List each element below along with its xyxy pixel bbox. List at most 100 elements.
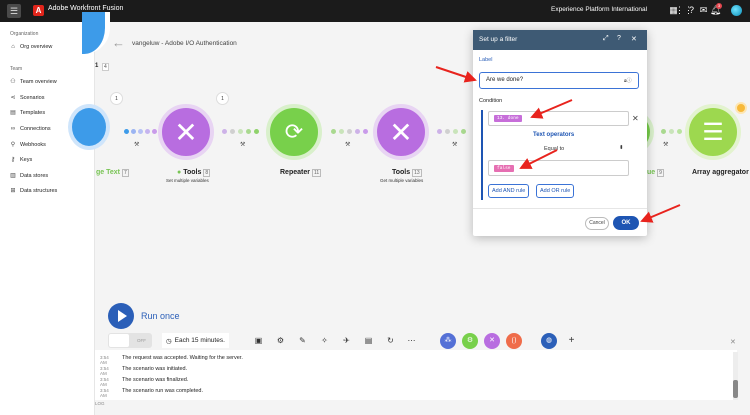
airplane-icon[interactable]: ✈ [340,334,353,347]
sidebar-item-connections[interactable]: ∞ Connections [10,126,51,132]
sidebar-item-data-stores[interactable]: ▥ Data stores [10,173,48,179]
connector-dot [453,129,458,134]
sidebar-item-scenarios[interactable]: ⋖ Scenarios [10,95,44,101]
connector-dot [138,129,143,134]
org-switcher[interactable]: Experience Platform International [551,6,647,13]
add-and-rule-button[interactable]: Add AND rule [488,184,530,198]
sidebar-item-data-structures[interactable]: ⊞ Data structures [10,188,57,194]
wrench-icon[interactable]: ⚒ [345,141,350,148]
dialog-title: Set up a filter [479,36,518,43]
connector-dot [254,129,259,134]
module-array-aggregator[interactable]: ☰ [685,104,741,160]
cancel-button[interactable]: Cancel [585,217,609,230]
module-label: Array aggregator [692,169,749,176]
sidebar-item-keys[interactable]: ⚷ Keys [10,157,32,163]
condition-caption: Condition [479,98,503,104]
sidebar-item-label: Org overview [20,44,53,50]
notes-icon[interactable]: ✎ [296,334,309,347]
home-icon: ⌂ [11,44,15,50]
value-token[interactable]: false [494,165,514,172]
sidebar-item-label: Webhooks [20,142,46,148]
chevron-updown-icon: ⬍ [619,145,624,151]
module-sublabel: Set multiple variables [166,178,209,183]
schedule-label: Each 15 minutes. [174,337,225,344]
link-icon: ∞ [10,126,16,132]
bubble-count[interactable]: 1 [216,92,229,105]
avatar[interactable] [731,5,742,16]
log-scrollbar-thumb[interactable] [733,380,738,398]
condition-group-bar [481,110,483,200]
wrench-icon[interactable]: ⚒ [240,141,245,148]
sidebar-item-label: Scenarios [20,95,45,101]
connector-dot [437,129,442,134]
add-icon[interactable]: + [565,334,578,347]
run-once-label[interactable]: Run once [141,311,180,321]
module-tools-set[interactable]: ✕ [158,104,214,160]
dialog-divider [473,208,647,209]
sidebar-item-webhooks[interactable]: ⚲ Webhooks [10,142,46,148]
connector-dot [677,129,682,134]
sidebar-item-label: Data stores [20,173,49,179]
bubble-count[interactable]: 1 [110,92,123,105]
connector-dot [661,129,666,134]
route-icon[interactable]: ↻ [384,334,397,347]
counter-prefix: 1 [95,63,99,69]
label-input[interactable]: Are we done? [479,72,639,89]
add-or-rule-button[interactable]: Add OR rule [536,184,575,198]
grid-icon[interactable]: ▦ [667,4,680,17]
warning-badge-icon[interactable] [735,102,747,114]
scenario-title: vangeluw - Adobe I/O Authentication [132,40,237,47]
wrench-icon[interactable]: ⚒ [134,141,139,148]
globe-icon[interactable]: ◍ [541,333,557,349]
module-label: ue 9 [647,169,664,177]
app-title: Adobe Workfront Fusion [48,5,124,12]
close-icon[interactable]: ✕ [631,35,637,43]
magic-wand-icon[interactable]: ✧ [318,334,331,347]
remove-condition-icon[interactable]: ✕ [632,114,639,123]
connector-dot [230,129,235,134]
help-icon[interactable]: ? [617,35,621,42]
expand-icon[interactable]: ⤢ [603,35,609,43]
dialog-header: Set up a filter ⤢ ? ✕ [473,30,647,50]
text-parser-icon[interactable]: ⟮⟯ [506,333,522,349]
run-once-button[interactable] [108,303,134,329]
module-repeater[interactable]: ⟳ [266,104,322,160]
sidebar-item-org-overview[interactable]: ⌂ Org overview [10,44,52,50]
save-icon[interactable]: ▣ [252,334,265,347]
connector-dot [669,129,674,134]
filter-dialog: Set up a filter ⤢ ? ✕ Label Are we done?… [473,30,647,236]
sidebar-item-templates[interactable]: ▤ Templates [10,110,45,116]
more-icon[interactable]: ⋯ [405,334,418,347]
connector-dot [339,129,344,134]
adobe-logo: A [33,5,44,16]
module-label: ● Tools 8 [177,169,211,177]
module-sublabel: Get multiple variables [380,178,424,183]
close-icon[interactable]: ✕ [730,338,736,346]
tools-gear-icon[interactable]: ⚙ [462,333,478,349]
module-label: Repeater 11 [280,169,322,177]
clock-icon: ◷ [166,337,172,345]
connector-dot [246,129,251,134]
connector-dot [124,129,129,134]
wrench-icon[interactable]: ⚒ [663,141,668,148]
module-text-parser[interactable] [68,104,110,150]
webhook-icon: ⚲ [10,142,16,148]
connector-dot [238,129,243,134]
module-tools-get[interactable]: ✕ [373,104,429,160]
briefcase-icon[interactable]: ▤ [362,334,375,347]
condition-token[interactable]: 13. done [494,115,522,122]
wrench-icon[interactable]: ⚒ [452,141,457,148]
gear-icon[interactable]: ⚙ [274,334,287,347]
ok-button[interactable]: OK [613,216,639,230]
hamburger-menu-icon[interactable]: ☰ [7,4,21,18]
sidebar-item-team-overview[interactable]: ⚇ Team overview [10,79,57,85]
schedule-setting[interactable]: ◷ Each 15 minutes. [162,333,229,348]
sidebar-item-label: Team overview [20,79,57,85]
flow-control-icon[interactable]: ⁂ [440,333,456,349]
database-icon: ▥ [10,173,16,179]
top-bar: ☰ A Adobe Workfront Fusion Experience Pl… [0,0,750,22]
operator-select[interactable]: Equal to ⬍ [488,144,629,155]
back-arrow-icon[interactable]: ← [112,35,125,50]
tools-wrench-icon[interactable]: ✕ [484,333,500,349]
connector-dot [363,129,368,134]
